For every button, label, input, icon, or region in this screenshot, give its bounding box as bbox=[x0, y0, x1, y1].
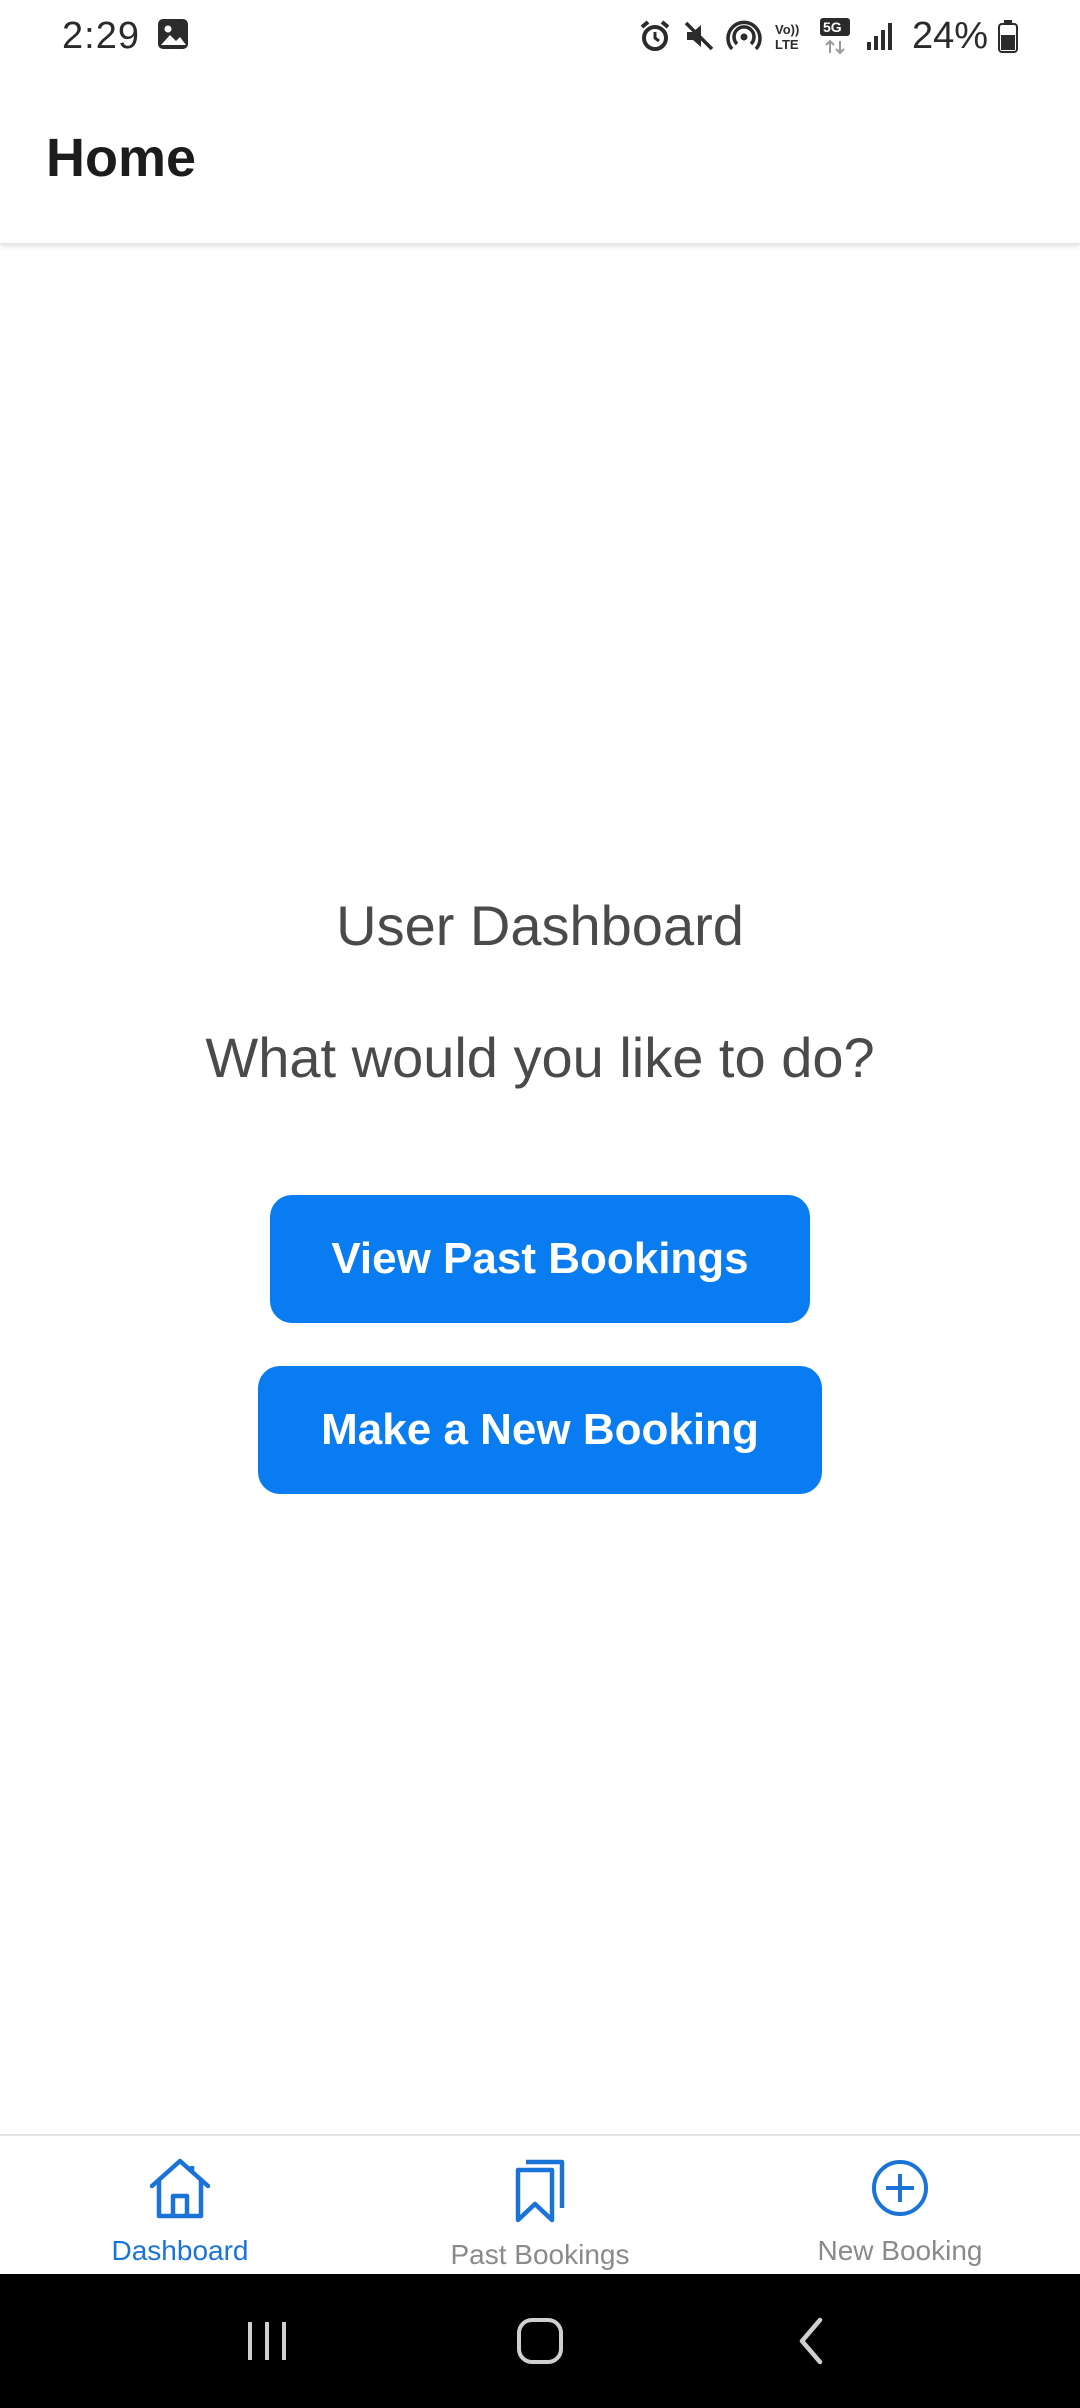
home-icon bbox=[146, 2156, 214, 2225]
battery-icon bbox=[998, 19, 1018, 53]
volte-icon: Vo)) LTE bbox=[772, 19, 808, 53]
battery-percent: 24% bbox=[911, 14, 988, 57]
hotspot-icon bbox=[726, 19, 762, 53]
svg-text:Vo)): Vo)) bbox=[775, 22, 799, 37]
nav-label-new-booking: New Booking bbox=[817, 2235, 983, 2266]
page-title: Home bbox=[46, 127, 197, 188]
gallery-notification-icon bbox=[156, 17, 190, 56]
signal-icon bbox=[864, 20, 896, 52]
screen: 2:29 Vo)) LTE 5G 24% Home User Dashboard… bbox=[0, 0, 1080, 2408]
app-header: Home bbox=[0, 72, 1080, 244]
back-icon[interactable] bbox=[788, 2316, 838, 2366]
nav-item-new-booking[interactable]: New Booking bbox=[720, 2136, 1080, 2274]
status-time: 2:29 bbox=[62, 14, 140, 57]
status-bar: 2:29 Vo)) LTE 5G 24% bbox=[0, 0, 1080, 72]
svg-text:LTE: LTE bbox=[775, 37, 799, 52]
alarm-icon bbox=[638, 19, 672, 53]
status-left: 2:29 bbox=[62, 15, 190, 58]
view-past-bookings-button[interactable]: View Past Bookings bbox=[270, 1195, 810, 1323]
5g-icon: 5G bbox=[818, 17, 854, 55]
recent-apps-icon[interactable] bbox=[242, 2316, 292, 2366]
svg-text:5G: 5G bbox=[823, 19, 842, 35]
system-nav-bar bbox=[0, 2274, 1080, 2408]
nav-label-dashboard: Dashboard bbox=[111, 2235, 249, 2266]
bookmarks-icon bbox=[508, 2156, 572, 2229]
mute-icon bbox=[682, 19, 716, 53]
dashboard-content: User Dashboard What would you like to do… bbox=[0, 245, 1080, 2135]
plus-circle-icon bbox=[868, 2156, 932, 2225]
dashboard-title: User Dashboard bbox=[336, 894, 744, 957]
dashboard-subtitle: What would you like to do? bbox=[205, 1026, 875, 1089]
bottom-nav: Dashboard Past Bookings New Booking bbox=[0, 2134, 1080, 2274]
nav-item-past-bookings[interactable]: Past Bookings bbox=[360, 2136, 720, 2274]
status-right: Vo)) LTE 5G 24% bbox=[638, 15, 1018, 58]
nav-item-dashboard[interactable]: Dashboard bbox=[0, 2136, 360, 2274]
make-new-booking-button[interactable]: Make a New Booking bbox=[258, 1366, 822, 1494]
home-button-icon[interactable] bbox=[515, 2316, 565, 2366]
nav-label-past-bookings: Past Bookings bbox=[450, 2239, 630, 2270]
